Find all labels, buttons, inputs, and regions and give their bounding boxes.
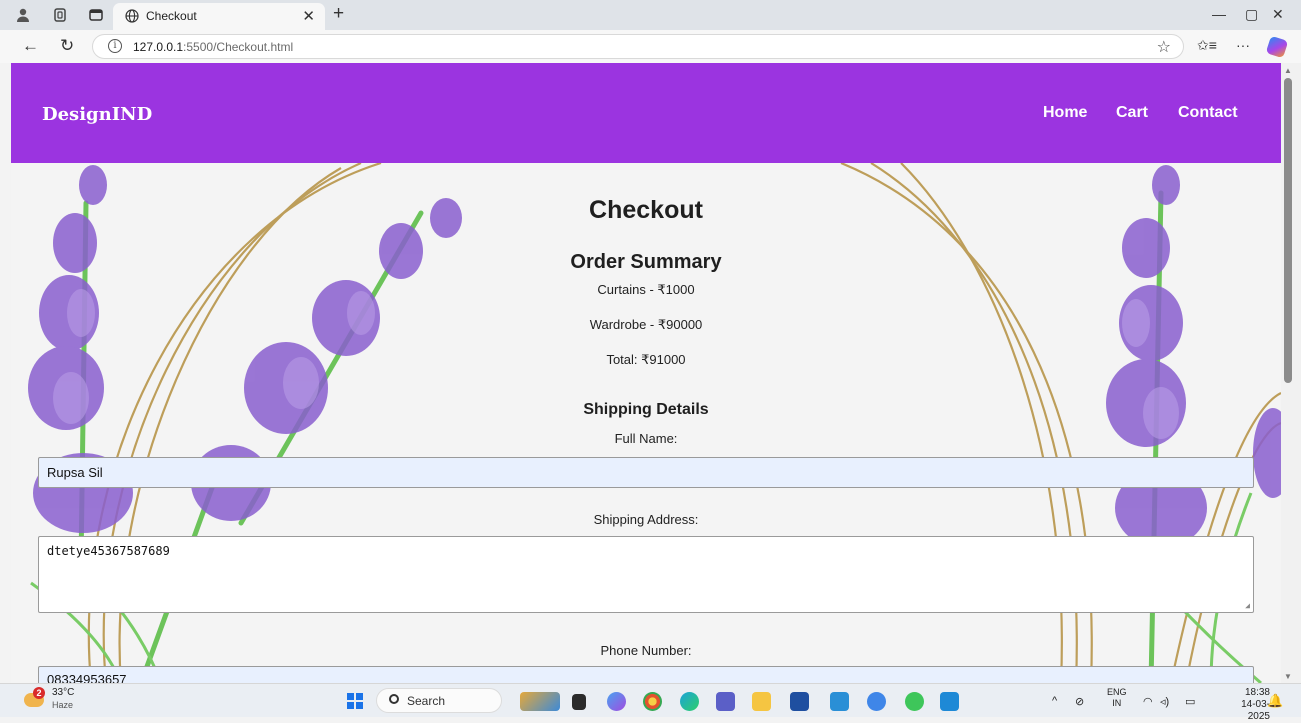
- site-header: DesignIND Home Cart Contact: [11, 63, 1281, 163]
- checkout-section: Checkout Order Summary Curtains - ₹1000 …: [11, 163, 1281, 683]
- scroll-down-icon[interactable]: ▼: [1284, 672, 1292, 681]
- scrollbar-thumb[interactable]: [1284, 78, 1292, 383]
- notifications-icon[interactable]: 🔔: [1267, 693, 1283, 709]
- close-tab-icon[interactable]: ✕: [302, 7, 315, 25]
- weather-alert-badge: 2: [33, 687, 45, 699]
- phone-number-input[interactable]: 08334953657: [38, 666, 1254, 683]
- chrome-icon[interactable]: [643, 692, 662, 711]
- url-field[interactable]: i 127.0.0.1:5500/Checkout.html ☆: [92, 34, 1184, 59]
- new-tab-button[interactable]: +: [333, 3, 344, 25]
- globe-icon: [125, 9, 139, 23]
- nav-home[interactable]: Home: [1043, 104, 1087, 122]
- phone-number-label: Phone Number:: [600, 643, 692, 658]
- workspaces-icon[interactable]: [52, 7, 68, 23]
- start-button[interactable]: [347, 693, 363, 709]
- browser-tab-bar: Checkout ✕ + — ▢ ✕: [0, 0, 1301, 30]
- weather-condition: Haze: [52, 700, 74, 710]
- scroll-up-icon[interactable]: ▲: [1284, 66, 1292, 75]
- full-name-input[interactable]: Rupsa Sil: [38, 457, 1254, 488]
- full-name-label: Full Name:: [614, 431, 678, 446]
- order-item: Wardrobe - ₹90000: [589, 317, 703, 332]
- tab-title: Checkout: [146, 9, 197, 23]
- browser-address-bar: ← ↻ i 127.0.0.1:5500/Checkout.html ☆ ✩≡ …: [0, 30, 1301, 63]
- mysql-workbench-icon[interactable]: [830, 692, 849, 711]
- close-window-button[interactable]: ✕: [1272, 6, 1284, 23]
- shipping-address-textarea[interactable]: dtetye45367587689 ◢: [38, 536, 1254, 613]
- teams-icon[interactable]: [716, 692, 735, 711]
- edge-icon[interactable]: [680, 692, 699, 711]
- vscode-icon[interactable]: [940, 692, 959, 711]
- copilot-app-icon[interactable]: [607, 692, 626, 711]
- file-explorer-icon[interactable]: [752, 692, 771, 711]
- order-total: Total: ₹91000: [606, 352, 686, 367]
- show-hidden-icons-icon[interactable]: ^: [1052, 695, 1057, 707]
- whatsapp-icon[interactable]: [905, 692, 924, 711]
- site-logo[interactable]: DesignIND: [42, 104, 152, 125]
- battery-icon[interactable]: ▭: [1185, 695, 1195, 708]
- tab-checkout[interactable]: Checkout ✕: [113, 3, 325, 30]
- language-indicator[interactable]: ENG IN: [1107, 687, 1127, 709]
- python-icon[interactable]: [867, 692, 886, 711]
- nav-contact[interactable]: Contact: [1178, 104, 1238, 122]
- favorites-icon[interactable]: ✩≡: [1197, 37, 1217, 54]
- copilot-icon[interactable]: [1265, 35, 1289, 59]
- shipping-address-label: Shipping Address:: [593, 512, 699, 527]
- search-placeholder: Search: [407, 694, 446, 708]
- order-summary-heading: Order Summary: [570, 251, 722, 273]
- store-icon[interactable]: [790, 692, 809, 711]
- task-view-icon[interactable]: [572, 694, 586, 710]
- weather-temperature[interactable]: 33°C: [52, 687, 74, 698]
- network-activity-icon[interactable]: ⊘: [1075, 695, 1084, 708]
- shipping-details-heading: Shipping Details: [583, 401, 709, 418]
- favorite-star-icon[interactable]: ☆: [1157, 37, 1171, 57]
- back-icon[interactable]: ←: [22, 37, 39, 55]
- volume-icon[interactable]: ◃): [1160, 695, 1169, 708]
- profile-icon[interactable]: [15, 7, 31, 23]
- tab-actions-icon[interactable]: [88, 7, 104, 23]
- shipping-address-value: dtetye45367587689: [47, 544, 170, 558]
- web-page: DesignIND Home Cart Contact Checkout Ord…: [11, 63, 1281, 683]
- order-item: Curtains - ₹1000: [597, 282, 695, 297]
- site-info-icon[interactable]: i: [108, 39, 122, 53]
- refresh-icon[interactable]: ↻: [60, 37, 74, 55]
- more-options-icon[interactable]: ···: [1236, 37, 1250, 53]
- page-title: Checkout: [589, 196, 703, 224]
- taskbar-search[interactable]: Search: [376, 688, 502, 713]
- clock[interactable]: 18:38 14-03-2025: [1232, 687, 1270, 723]
- url-text: 127.0.0.1:5500/Checkout.html: [133, 40, 294, 54]
- resize-handle-icon[interactable]: ◢: [1245, 601, 1250, 610]
- minimize-button[interactable]: —: [1212, 6, 1226, 22]
- restore-button[interactable]: ▢: [1245, 6, 1258, 23]
- windows-taskbar: 2 33°C Haze Search ^ ⊘ ENG IN ◠ ◃) ▭ 18:3…: [0, 683, 1301, 722]
- nav-cart[interactable]: Cart: [1116, 104, 1148, 122]
- wifi-icon[interactable]: ◠: [1143, 695, 1153, 708]
- widgets-icon[interactable]: [520, 692, 560, 711]
- search-icon: [389, 694, 399, 704]
